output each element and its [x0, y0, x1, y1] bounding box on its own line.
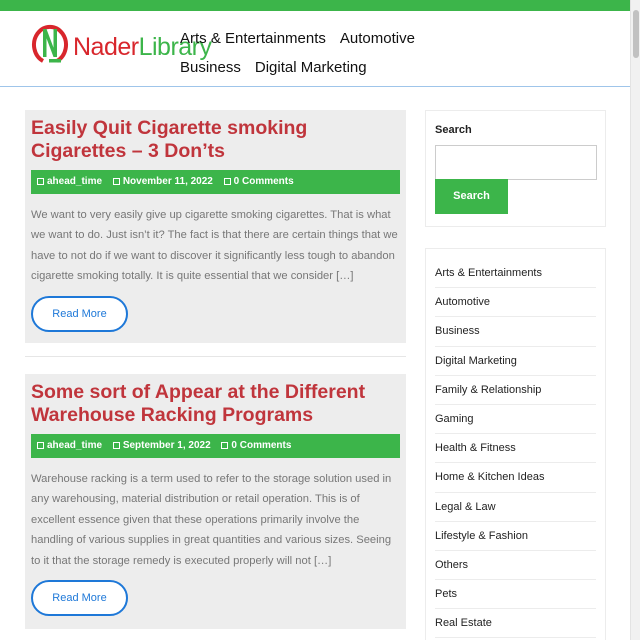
comment-icon [221, 442, 229, 449]
post-comments[interactable]: 0 Comments [234, 176, 294, 187]
post-meta: ahead_time September 1, 2022 0 Comments [31, 434, 400, 458]
category-item[interactable]: Automotive [435, 288, 596, 318]
logo-mark-icon [32, 24, 68, 63]
post-excerpt: We want to very easily give up cigarette… [31, 209, 398, 283]
comment-icon [223, 178, 231, 185]
nav-item-business[interactable]: Business [180, 53, 241, 82]
category-list: Arts & Entertainments Automotive Busines… [435, 259, 596, 639]
nav-item-digital-marketing[interactable]: Digital Marketing [255, 53, 367, 82]
post-date[interactable]: September 1, 2022 [123, 440, 211, 451]
search-button[interactable]: Search [435, 179, 508, 214]
primary-nav: Arts & Entertainments Automotive Business D… [180, 24, 470, 82]
top-accent-bar [0, 0, 630, 11]
calendar-icon [112, 178, 120, 185]
post-excerpt: Warehouse racking is a term used to refe… [31, 473, 392, 567]
category-item[interactable]: Home & Kitchen Ideas [435, 463, 596, 493]
post-date[interactable]: November 11, 2022 [123, 176, 213, 187]
read-more-button[interactable]: Read More [31, 296, 128, 332]
search-input[interactable] [435, 145, 597, 180]
post-meta: ahead_time November 11, 2022 0 Comments [31, 170, 400, 194]
category-item[interactable]: Health & Fitness [435, 434, 596, 464]
read-more-button[interactable]: Read More [31, 580, 128, 616]
nav-item-automotive[interactable]: Automotive [340, 24, 415, 53]
logo-word-nader: Nader [73, 33, 139, 61]
category-item[interactable]: Digital Marketing [435, 347, 596, 376]
category-item[interactable]: Others [435, 551, 596, 581]
categories-widget: Arts & Entertainments Automotive Busines… [425, 248, 606, 640]
nav-item-arts[interactable]: Arts & Entertainments [180, 24, 326, 53]
category-item[interactable]: Gaming [435, 405, 596, 435]
post-author[interactable]: ahead_time [47, 176, 102, 187]
post-card: Easily Quit Cigarette smoking Cigarettes… [25, 110, 406, 343]
category-item[interactable]: Real Estate [435, 609, 596, 639]
post-comments[interactable]: 0 Comments [231, 440, 291, 451]
scrollbar-thumb[interactable] [633, 10, 639, 58]
page-scrollbar[interactable] [630, 0, 640, 640]
site-header: NaderLibrary Arts & Entertainments Automo… [0, 11, 630, 87]
category-item[interactable]: Arts & Entertainments [435, 259, 596, 289]
category-item[interactable]: Lifestyle & Fashion [435, 522, 596, 551]
category-item[interactable]: Business [435, 317, 596, 347]
post-author[interactable]: ahead_time [47, 440, 102, 451]
search-widget-title: Search [435, 124, 472, 136]
site-logo[interactable]: NaderLibrary [31, 21, 212, 67]
calendar-icon [112, 442, 120, 449]
post-title[interactable]: Easily Quit Cigarette smoking Cigarettes… [31, 117, 401, 163]
category-item[interactable]: Pets [435, 580, 596, 610]
search-widget: Search Search [425, 110, 606, 227]
category-item[interactable]: Family & Relationship [435, 376, 596, 405]
post-title[interactable]: Some sort of Appear at the Different War… [31, 381, 401, 427]
category-item[interactable]: Legal & Law [435, 493, 596, 522]
post-card: Some sort of Appear at the Different War… [25, 374, 406, 629]
user-icon [37, 178, 44, 185]
user-icon [37, 442, 44, 449]
post-divider [25, 356, 406, 357]
